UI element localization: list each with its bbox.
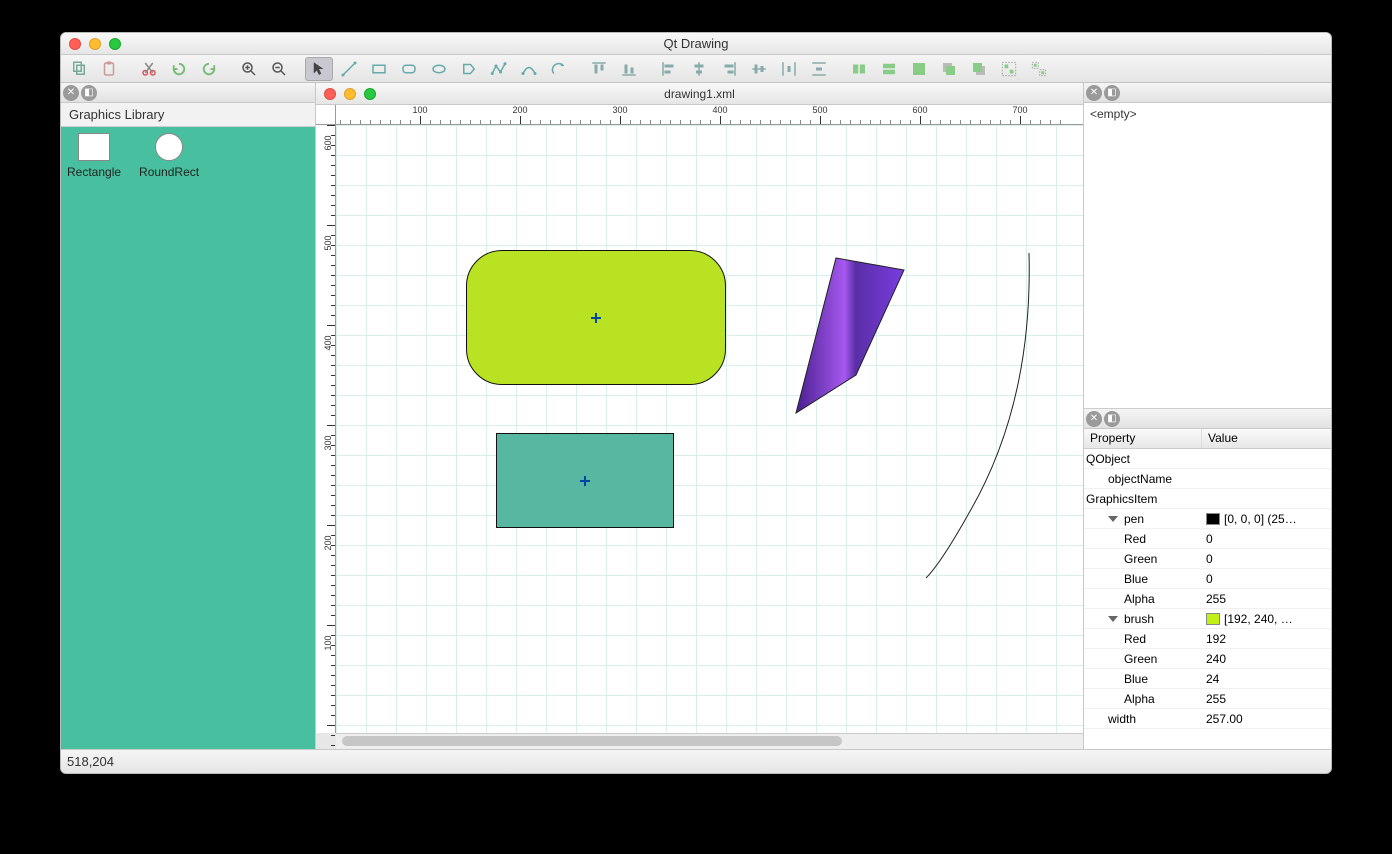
prop-pen-alpha[interactable]: 255 <box>1202 592 1331 606</box>
right-panel: ✕ ◧ <empty> ✕ ◧ Property Value QObject o… <box>1083 83 1331 749</box>
arc-tool[interactable] <box>545 57 573 81</box>
close-panel-icon[interactable]: ✕ <box>1086 411 1102 427</box>
hierarchy-empty-label: <empty> <box>1090 107 1137 121</box>
prop-qobject: QObject <box>1084 452 1202 466</box>
close-panel-icon[interactable]: ✕ <box>1086 85 1102 101</box>
prop-pen: pen <box>1124 512 1144 526</box>
canvas-wrap: 100 200 300 400 500 600 700 600 500 400 … <box>316 105 1083 749</box>
props-body[interactable]: QObject objectName GraphicsItem pen [0, … <box>1084 449 1331 749</box>
document-titlebar[interactable]: drawing1.xml <box>316 83 1083 105</box>
chevron-down-icon[interactable] <box>1108 516 1118 522</box>
prop-brush-green[interactable]: 240 <box>1202 652 1331 666</box>
prop-pen-green[interactable]: 0 <box>1202 552 1331 566</box>
send-back-button[interactable] <box>965 57 993 81</box>
polyline-tool[interactable] <box>485 57 513 81</box>
prop-brush-value: [192, 240, … <box>1224 612 1293 626</box>
bezier-tool[interactable] <box>515 57 543 81</box>
library-item-rectangle[interactable]: Rectangle <box>67 133 121 179</box>
redo-button[interactable] <box>195 57 223 81</box>
roundrect-tool[interactable] <box>395 57 423 81</box>
statusbar: 518,204 <box>61 749 1331 773</box>
align-left-button[interactable] <box>655 57 683 81</box>
select-tool[interactable] <box>305 57 333 81</box>
polygon-tool[interactable] <box>455 57 483 81</box>
left-panel-header: ✕ ◧ <box>61 83 315 103</box>
cursor-coords: 518,204 <box>67 754 114 769</box>
lib-item-label: RoundRect <box>139 165 199 179</box>
float-panel-icon[interactable]: ◧ <box>1104 411 1120 427</box>
brush-swatch-icon[interactable] <box>1206 613 1220 625</box>
group-button[interactable] <box>995 57 1023 81</box>
props-panel-header: ✕ ◧ <box>1084 409 1331 429</box>
library-tab[interactable]: Graphics Library <box>61 103 315 127</box>
prop-brush: brush <box>1124 612 1154 626</box>
left-panel: ✕ ◧ Graphics Library Rectangle RoundRect <box>61 83 316 749</box>
center-marker-icon <box>580 476 590 486</box>
center-marker-icon <box>591 313 601 323</box>
copy-button[interactable] <box>65 57 93 81</box>
cut-button[interactable] <box>135 57 163 81</box>
props-col-value[interactable]: Value <box>1202 429 1331 448</box>
distribute-v-button[interactable] <box>805 57 833 81</box>
align-vcenter-button[interactable] <box>745 57 773 81</box>
float-panel-icon[interactable]: ◧ <box>1104 85 1120 101</box>
align-bottom-button[interactable] <box>615 57 643 81</box>
prop-pen-value: [0, 0, 0] (25… <box>1224 512 1297 526</box>
rect-tool[interactable] <box>365 57 393 81</box>
close-panel-icon[interactable]: ✕ <box>63 85 79 101</box>
float-panel-icon[interactable]: ◧ <box>81 85 97 101</box>
prop-brush-alpha[interactable]: 255 <box>1202 692 1331 706</box>
props-header: Property Value <box>1084 429 1331 449</box>
ruler-vertical[interactable]: 600 500 400 300 200 100 <box>316 125 336 733</box>
library-body: Rectangle RoundRect <box>61 127 315 749</box>
shape-polygon[interactable] <box>791 255 921 420</box>
roundrect-icon <box>155 133 183 161</box>
distribute-h-button[interactable] <box>775 57 803 81</box>
ruler-corner <box>316 105 336 125</box>
prop-brush-blue[interactable]: 24 <box>1202 672 1331 686</box>
same-height-button[interactable] <box>875 57 903 81</box>
align-top-button[interactable] <box>585 57 613 81</box>
align-hcenter-button[interactable] <box>685 57 713 81</box>
horizontal-scrollbar[interactable] <box>336 733 1083 749</box>
ellipse-tool[interactable] <box>425 57 453 81</box>
window-title: Qt Drawing <box>61 36 1331 51</box>
bring-front-button[interactable] <box>935 57 963 81</box>
prop-width-value[interactable]: 257.00 <box>1202 712 1331 726</box>
center-panel: drawing1.xml 100 200 300 400 500 600 700… <box>316 83 1083 749</box>
prop-brush-red[interactable]: 192 <box>1202 632 1331 646</box>
prop-width: width <box>1084 712 1202 726</box>
document-title: drawing1.xml <box>316 87 1083 101</box>
shape-curve[interactable] <box>921 253 1041 583</box>
toolbar <box>61 55 1331 83</box>
main-area: ✕ ◧ Graphics Library Rectangle RoundRect <box>61 83 1331 749</box>
props-col-property[interactable]: Property <box>1084 429 1202 448</box>
pen-swatch-icon[interactable] <box>1206 513 1220 525</box>
rect-icon <box>78 133 110 161</box>
titlebar[interactable]: Qt Drawing <box>61 33 1331 55</box>
paste-button[interactable] <box>95 57 123 81</box>
scrollbar-thumb[interactable] <box>342 736 842 746</box>
ruler-horizontal[interactable]: 100 200 300 400 500 600 700 <box>336 105 1083 125</box>
app-window: Qt Drawing <box>60 32 1332 774</box>
lib-item-label: Rectangle <box>67 165 121 179</box>
zoom-out-button[interactable] <box>265 57 293 81</box>
undo-button[interactable] <box>165 57 193 81</box>
prop-pen-blue[interactable]: 0 <box>1202 572 1331 586</box>
chevron-down-icon[interactable] <box>1108 616 1118 622</box>
prop-objectname: objectName <box>1084 472 1202 486</box>
same-size-button[interactable] <box>905 57 933 81</box>
library-item-roundrect[interactable]: RoundRect <box>139 133 199 179</box>
prop-pen-red[interactable]: 0 <box>1202 532 1331 546</box>
same-width-button[interactable] <box>845 57 873 81</box>
prop-graphicsitem: GraphicsItem <box>1084 492 1202 506</box>
hierarchy-panel[interactable]: <empty> <box>1084 103 1331 409</box>
ungroup-button[interactable] <box>1025 57 1053 81</box>
properties-panel: Property Value QObject objectName Graphi… <box>1084 429 1331 749</box>
zoom-in-button[interactable] <box>235 57 263 81</box>
line-tool[interactable] <box>335 57 363 81</box>
hierarchy-panel-header: ✕ ◧ <box>1084 83 1331 103</box>
align-right-button[interactable] <box>715 57 743 81</box>
canvas[interactable] <box>336 125 1083 733</box>
